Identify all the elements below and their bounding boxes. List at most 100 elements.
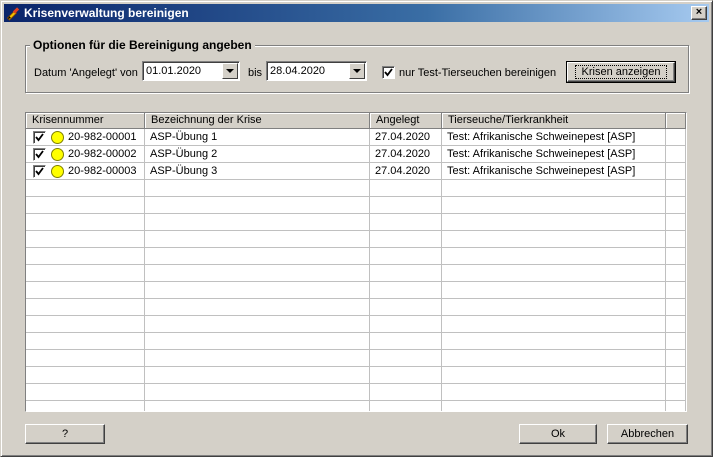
table-cell	[26, 231, 145, 248]
table-cell	[666, 282, 686, 299]
title-bar[interactable]: Krisenverwaltung bereinigen ×	[4, 4, 709, 22]
ok-button[interactable]: Ok	[519, 424, 597, 444]
bezeichnung-cell: ASP-Übung 3	[145, 163, 370, 180]
table-cell	[442, 299, 666, 316]
table-cell	[145, 350, 370, 367]
table-cell	[666, 146, 686, 163]
column-header-angelegt[interactable]: Angelegt	[370, 113, 442, 129]
table-cell	[145, 401, 370, 411]
table-cell	[370, 401, 442, 411]
table-cell	[442, 350, 666, 367]
table-cell	[370, 197, 442, 214]
to-date-combo[interactable]: 28.04.2020	[266, 61, 367, 81]
table-cell	[666, 367, 686, 384]
table-cell	[26, 299, 145, 316]
status-dot-icon	[51, 165, 64, 178]
table-cell	[26, 384, 145, 401]
table-cell	[370, 333, 442, 350]
test-only-checkbox[interactable]	[382, 66, 395, 79]
table-cell	[145, 197, 370, 214]
angelegt-cell: 27.04.2020	[370, 163, 442, 180]
crisis-table[interactable]: Krisennummer Bezeichnung der Krise Angel…	[25, 112, 687, 412]
bezeichnung-cell: ASP-Übung 1	[145, 129, 370, 146]
table-cell	[26, 214, 145, 231]
app-pencil-icon	[6, 7, 20, 21]
table-cell	[26, 333, 145, 350]
table-row-empty	[26, 401, 686, 411]
table-cell	[145, 282, 370, 299]
show-crises-label: Krisen anzeigen	[574, 65, 668, 79]
table-cell	[26, 367, 145, 384]
row-select-checkbox[interactable]	[33, 131, 46, 144]
table-row-empty	[26, 384, 686, 401]
column-header-tierseuche[interactable]: Tierseuche/Tierkrankheit	[442, 113, 666, 129]
table-cell	[370, 299, 442, 316]
column-header-bezeichnung[interactable]: Bezeichnung der Krise	[145, 113, 370, 129]
from-date-dropdown-icon[interactable]	[222, 63, 238, 79]
row-select-checkbox[interactable]	[33, 165, 46, 178]
table-row-empty	[26, 299, 686, 316]
table-cell	[442, 316, 666, 333]
table-cell	[26, 197, 145, 214]
table-cell	[26, 248, 145, 265]
krisennummer-value: 20-982-00001	[68, 131, 137, 143]
table-cell	[666, 163, 686, 180]
table-row[interactable]: 20-982-00001 ASP-Übung 1 27.04.2020 Test: A…	[26, 129, 686, 146]
bezeichnung-cell: ASP-Übung 2	[145, 146, 370, 163]
table-row-empty	[26, 265, 686, 282]
table-cell	[370, 316, 442, 333]
angelegt-cell: 27.04.2020	[370, 146, 442, 163]
table-cell	[145, 367, 370, 384]
from-date-combo[interactable]: 01.01.2020	[142, 61, 240, 81]
table-cell	[666, 384, 686, 401]
column-header-krisennummer[interactable]: Krisennummer	[26, 113, 145, 129]
table-cell	[26, 401, 145, 411]
show-crises-button[interactable]: Krisen anzeigen	[566, 61, 676, 83]
test-only-label: nur Test-Tierseuchen bereinigen	[399, 67, 557, 79]
table-cell	[442, 197, 666, 214]
table-cell	[442, 214, 666, 231]
table-cell	[442, 231, 666, 248]
table-cell	[370, 248, 442, 265]
table-row-empty	[26, 231, 686, 248]
table-cell	[666, 350, 686, 367]
krisennummer-value: 20-982-00003	[68, 165, 137, 177]
table-cell	[442, 367, 666, 384]
to-date-value: 28.04.2020	[270, 65, 326, 77]
table-cell	[442, 248, 666, 265]
checkmark-icon	[35, 167, 44, 176]
from-date-value: 01.01.2020	[146, 65, 202, 77]
table-cell	[442, 333, 666, 350]
table-cell	[26, 316, 145, 333]
table-row[interactable]: 20-982-00002 ASP-Übung 2 27.04.2020 Test: A…	[26, 146, 686, 163]
table-cell	[370, 282, 442, 299]
tierseuche-cell: Test: Afrikanische Schweinepest [ASP]	[442, 146, 666, 163]
table-cell	[442, 282, 666, 299]
table-cell	[145, 248, 370, 265]
row-select-checkbox[interactable]	[33, 148, 46, 161]
table-cell	[370, 265, 442, 282]
checkmark-icon	[35, 133, 44, 142]
table-cell	[442, 401, 666, 411]
table-cell	[666, 299, 686, 316]
table-row-empty	[26, 333, 686, 350]
table-row[interactable]: 20-982-00003 ASP-Übung 3 27.04.2020 Test: A…	[26, 163, 686, 180]
table-row-empty	[26, 197, 686, 214]
angelegt-cell: 27.04.2020	[370, 129, 442, 146]
cancel-button[interactable]: Abbrechen	[607, 424, 688, 444]
window-title: Krisenverwaltung bereinigen	[24, 6, 189, 20]
from-date-label: Datum 'Angelegt' von	[34, 67, 138, 79]
column-header-filler	[666, 113, 686, 129]
table-cell	[666, 231, 686, 248]
to-date-label: bis	[248, 67, 263, 79]
dialog-window: Krisenverwaltung bereinigen × Optionen f…	[0, 0, 713, 457]
table-cell	[666, 333, 686, 350]
table-cell	[442, 384, 666, 401]
table-cell	[370, 384, 442, 401]
help-button[interactable]: ?	[25, 424, 105, 444]
to-date-dropdown-icon[interactable]	[349, 63, 365, 79]
table-cell	[666, 197, 686, 214]
checkmark-icon	[35, 150, 44, 159]
close-button[interactable]: ×	[691, 6, 707, 20]
table-cell	[666, 180, 686, 197]
